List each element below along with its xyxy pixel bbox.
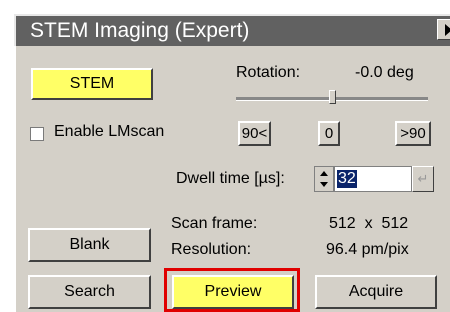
panel-title-bar[interactable]: STEM Imaging (Expert) [14,14,450,46]
scan-frame-label: Scan frame: [171,215,258,232]
rotation-label: Rotation: [236,64,301,81]
search-button[interactable]: Search [28,275,151,309]
dwell-time-label: Dwell time [µs]: [176,170,285,187]
spin-up-icon[interactable] [320,171,328,176]
rotation-slider-thumb[interactable] [329,90,336,104]
dwell-time-spinner[interactable] [314,166,334,192]
dwell-time-value: 32 [337,170,357,188]
rotation-zero-button[interactable]: 0 [318,121,340,146]
rotate-right-90-button[interactable]: >90 [395,121,431,146]
spin-down-icon[interactable] [320,182,328,187]
resolution-label: Resolution: [171,241,252,258]
blank-button[interactable]: Blank [28,228,151,262]
dwell-time-input[interactable]: 32 [334,166,412,192]
panel-title: STEM Imaging (Expert) [30,19,250,42]
resolution-value: 96.4 pm/pix [326,241,409,258]
stem-button[interactable]: STEM [31,68,153,100]
rotate-left-90-button[interactable]: 90< [238,121,271,146]
panel-menu-button[interactable] [437,19,450,40]
preview-highlight-box [164,268,300,312]
enable-lmscan-label: Enable LMscan [54,123,165,140]
scan-frame-value: 512 x 512 [329,215,409,232]
stem-imaging-panel: STEM Imaging (Expert) STEM Rotation: -0.… [0,0,450,312]
enable-lmscan-checkbox[interactable] [30,127,44,141]
acquire-button[interactable]: Acquire [315,275,437,309]
enter-icon[interactable]: ↵ [412,166,434,192]
rotation-value: -0.0 deg [355,64,414,81]
triangle-right-icon [445,24,450,36]
